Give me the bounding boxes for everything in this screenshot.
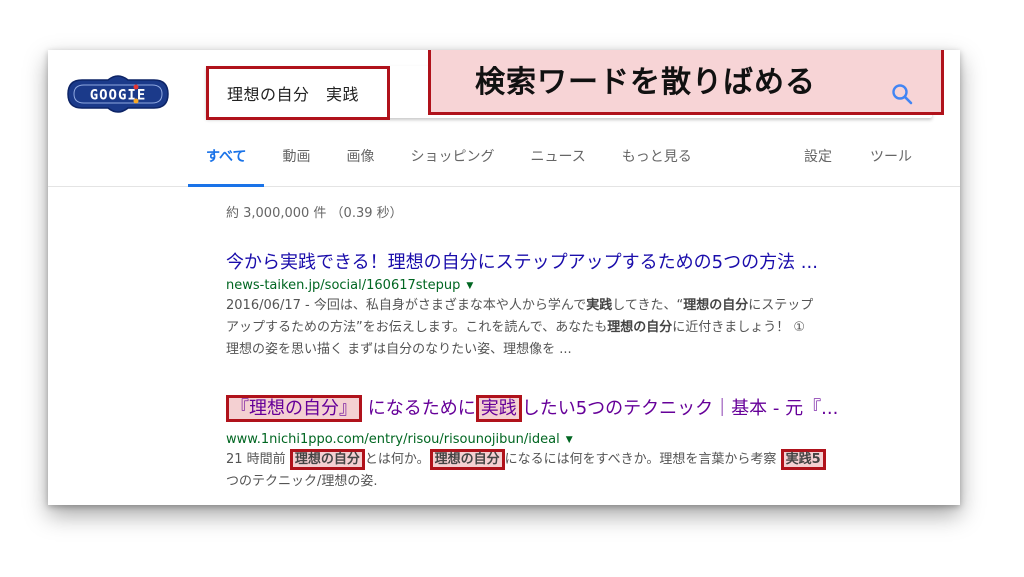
- title-text: になるために: [367, 398, 476, 419]
- annotation-text: 検索ワードを散りばめる: [475, 65, 816, 100]
- snippet-text: とは何か。: [364, 452, 430, 467]
- snippet-bold: 実践: [586, 298, 613, 313]
- search-result: 『理想の自分』 になるために 実践 したい5つのテクニック｜基本 - 元『... w…: [226, 394, 926, 493]
- search-icon[interactable]: [890, 82, 914, 106]
- result-snippet: 21 時間前 理想の自分 とは何か。 理想の自分 になるには何をすべきか。理想を言葉か…: [226, 449, 926, 493]
- result-title[interactable]: 『理想の自分』 になるために 実践 したい5つのテクニック｜基本 - 元『...: [226, 394, 926, 428]
- highlight-box: 実践5: [780, 449, 826, 470]
- snippet-text: にステップ: [748, 298, 814, 313]
- search-result: 今から実践できる！理想の自分にステップアップするための5つの方法 ... new…: [226, 248, 926, 361]
- tab-images[interactable]: 画像: [346, 136, 374, 186]
- tab-tools[interactable]: ツール: [870, 146, 912, 166]
- snippet-text: してきた、“: [612, 298, 684, 313]
- result-url-text: news-taiken.jp/social/160617stepup: [226, 278, 461, 293]
- title-text: したい5つのテクニック｜基本 - 元『...: [521, 398, 839, 419]
- tab-more[interactable]: もっと見る: [622, 136, 692, 186]
- tab-videos[interactable]: 動画: [282, 136, 310, 186]
- result-stats: 約 3,000,000 件 （0.39 秒）: [226, 206, 403, 221]
- result-url[interactable]: news-taiken.jp/social/160617stepup ▼: [226, 278, 926, 293]
- snippet-text: 2016/06/17 - 今回は、私自身がさまざまな本や人から学んで: [226, 298, 587, 313]
- highlight-box: 実践: [475, 395, 522, 422]
- snippet-bold: 理想の自分: [607, 320, 673, 335]
- snippet-bold: 理想の自分: [683, 298, 749, 313]
- dropdown-caret-icon[interactable]: ▼: [466, 281, 473, 291]
- search-input[interactable]: 理想の自分 実践: [206, 66, 390, 120]
- tab-news[interactable]: ニュース: [530, 136, 585, 186]
- tab-settings[interactable]: 設定: [804, 146, 832, 166]
- search-tabs: すべて 動画 画像 ショッピング ニュース もっと見る: [187, 136, 728, 187]
- snippet-text: 21 時間前: [226, 452, 290, 467]
- snippet-text: に近付きましょう！ ①: [672, 320, 806, 335]
- result-url[interactable]: www.1nichi1ppo.com/entry/risou/risounoji…: [226, 432, 926, 447]
- result-url-text: www.1nichi1ppo.com/entry/risou/risounoji…: [226, 432, 560, 447]
- result-snippet: 2016/06/17 - 今回は、私自身がさまざまな本や人から学んで実践してきた…: [226, 295, 926, 361]
- dropdown-caret-icon[interactable]: ▼: [566, 435, 573, 445]
- search-query: 理想の自分 実践: [227, 85, 360, 104]
- browser-screenshot: GOOGIE 理想の自分 実践 検索ワードを散りばめる すべて 動画 画像 ショ…: [48, 50, 960, 505]
- highlight-box: 理想の自分: [289, 449, 365, 470]
- annotation-banner: 検索ワードを散りばめる: [428, 50, 944, 115]
- snippet-text: つのテクニック/理想の姿.: [226, 474, 378, 489]
- google-logo[interactable]: GOOGIE: [62, 72, 174, 116]
- result-title[interactable]: 今から実践できる！理想の自分にステップアップするための5つの方法 ...: [226, 248, 926, 274]
- snippet-text: アップするための方法”をお伝えします。これを読んで、あなたも: [226, 320, 608, 335]
- snippet-text: になるには何をすべきか。理想を言葉から考察: [504, 452, 781, 467]
- tab-shopping[interactable]: ショッピング: [410, 136, 494, 186]
- search-header: GOOGIE 理想の自分 実践 検索ワードを散りばめる すべて 動画 画像 ショ…: [48, 50, 960, 187]
- highlight-box: 『理想の自分』: [226, 395, 362, 422]
- tab-all[interactable]: すべて: [187, 136, 266, 187]
- snippet-text: 理想の姿を思い描く まずは自分のなりたい姿、理想像を ...: [226, 342, 572, 357]
- highlight-box: 理想の自分: [429, 449, 505, 470]
